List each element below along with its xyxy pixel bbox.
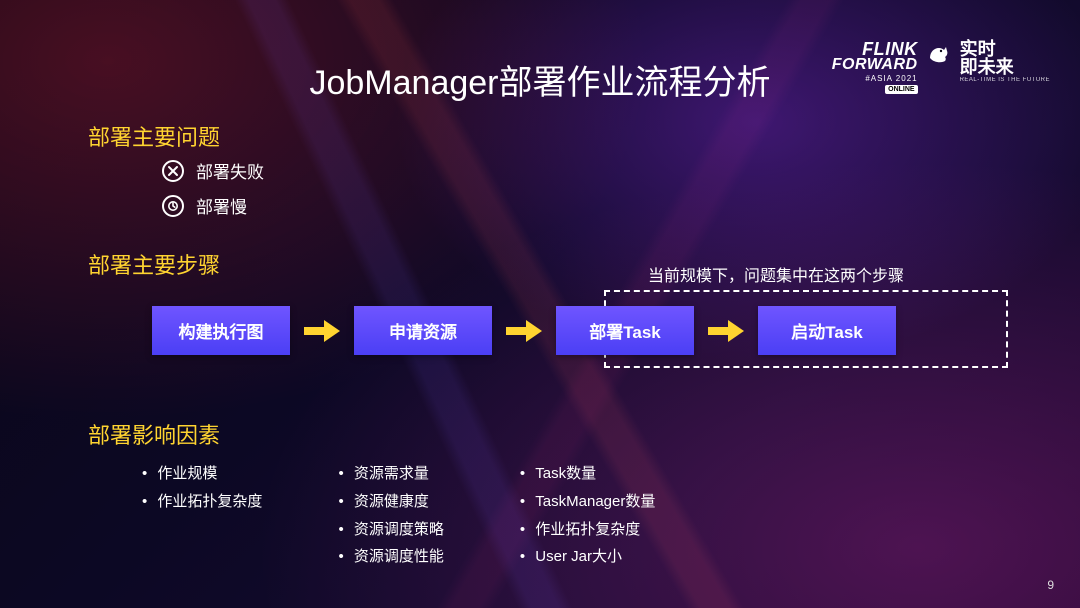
section-heading-factors: 部署影响因素 xyxy=(88,418,220,450)
header-logo: FLINK FORWARD #ASIA 2021 ONLINE 实时 即未来 R… xyxy=(832,40,1050,94)
page-number: 9 xyxy=(1047,578,1054,592)
logo-text-block: FLINK FORWARD #ASIA 2021 ONLINE xyxy=(832,40,918,94)
arrow-right-icon xyxy=(694,318,758,344)
issues-list: 部署失败 部署慢 xyxy=(162,158,264,218)
list-item: 资源调度策略 xyxy=(338,516,443,544)
logo-online-badge: ONLINE xyxy=(885,85,917,94)
section-heading-issues: 部署主要问题 xyxy=(88,120,220,152)
step-deploy-task: 部署Task xyxy=(556,306,694,355)
factor-col-1: 作业规模 作业拓扑复杂度 xyxy=(142,460,262,516)
factor-col-2: 资源需求量 资源健康度 资源调度策略 资源调度性能 xyxy=(338,460,443,571)
issue-fail-label: 部署失败 xyxy=(196,158,264,183)
factors-columns: 作业规模 作业拓扑复杂度 资源需求量 资源健康度 资源调度策略 资源调度性能 T… xyxy=(142,460,655,571)
flow-note: 当前规模下，问题集中在这两个步骤 xyxy=(648,262,904,286)
slide-root: JobManager部署作业流程分析 FLINK FORWARD #ASIA 2… xyxy=(0,0,1080,608)
list-item: 资源需求量 xyxy=(338,460,443,488)
list-item: 资源健康度 xyxy=(338,488,443,516)
logo-cn-sub: REAL-TIME IS THE FUTURE xyxy=(960,77,1050,83)
list-item: 作业规模 xyxy=(142,460,262,488)
section-heading-steps: 部署主要步骤 xyxy=(88,248,220,280)
clock-icon xyxy=(162,195,184,217)
list-item: TaskManager数量 xyxy=(520,488,655,516)
issue-row-slow: 部署慢 xyxy=(162,193,264,218)
logo-cn-block: 实时 即未来 REAL-TIME IS THE FUTURE xyxy=(960,40,1050,83)
list-item: Task数量 xyxy=(520,460,655,488)
logo-cn2: 即未来 xyxy=(960,58,1050,76)
step-build-graph: 构建执行图 xyxy=(152,306,290,355)
arrow-right-icon xyxy=(492,318,556,344)
step-start-task: 启动Task xyxy=(758,306,896,355)
flow-row: 构建执行图 申请资源 部署Task 启动Task xyxy=(152,306,896,355)
flink-squirrel-icon xyxy=(926,40,950,64)
list-item: 资源调度性能 xyxy=(338,543,443,571)
logo-line2: FORWARD xyxy=(832,57,918,73)
issue-row-fail: 部署失败 xyxy=(162,158,264,183)
issue-slow-label: 部署慢 xyxy=(196,193,247,218)
step-request-resources: 申请资源 xyxy=(354,306,492,355)
cross-icon xyxy=(162,160,184,182)
list-item: 作业拓扑复杂度 xyxy=(520,516,655,544)
list-item: 作业拓扑复杂度 xyxy=(142,488,262,516)
logo-cn1: 实时 xyxy=(960,40,1050,58)
logo-asia: #ASIA 2021 xyxy=(865,75,917,83)
arrow-right-icon xyxy=(290,318,354,344)
list-item: User Jar大小 xyxy=(520,543,655,571)
factor-col-3: Task数量 TaskManager数量 作业拓扑复杂度 User Jar大小 xyxy=(520,460,655,571)
